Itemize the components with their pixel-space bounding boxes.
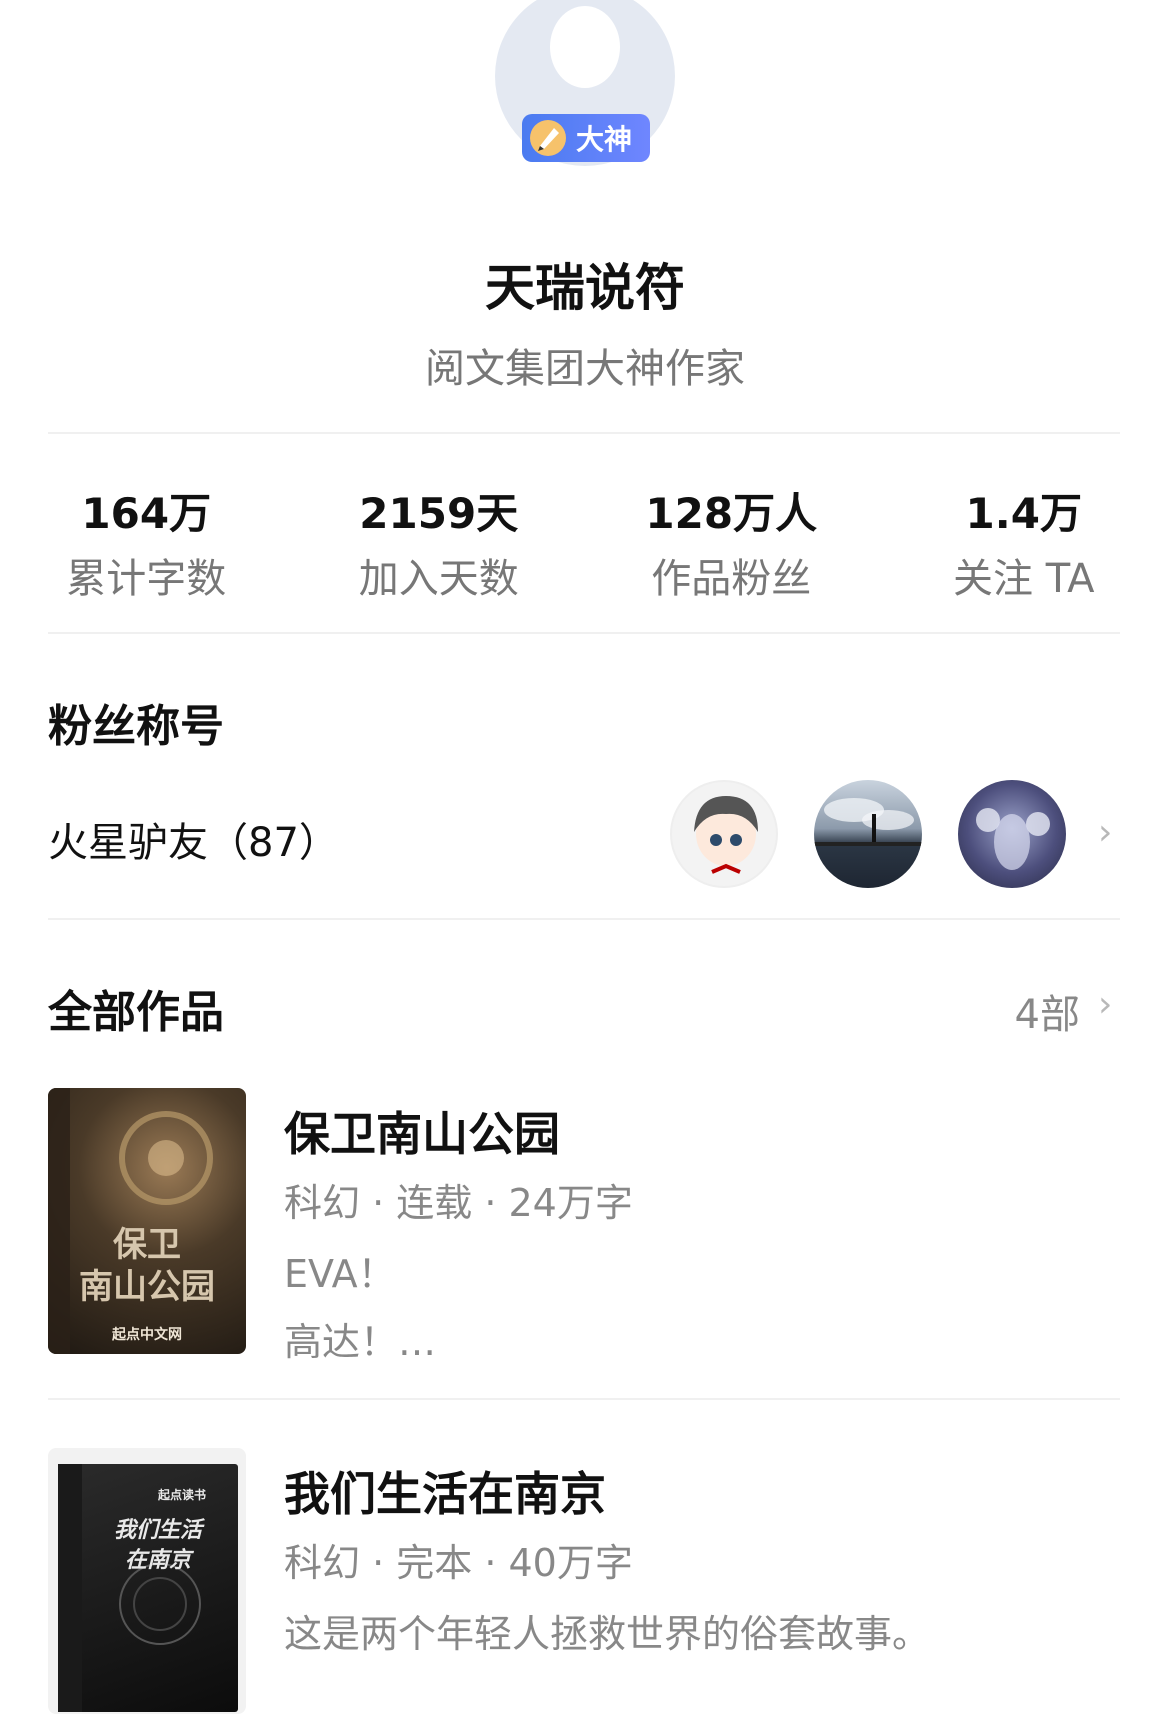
fan-avatars[interactable] (670, 780, 1102, 888)
stat-value: 128万人 (585, 480, 878, 536)
pen-icon (528, 118, 568, 158)
divider (48, 632, 1120, 634)
cover-footer: 起点中文网 (48, 1324, 246, 1344)
status-badge: 大神 (522, 114, 650, 162)
stat-label: 累计字数 (0, 546, 293, 604)
fan-avatar[interactable] (958, 780, 1066, 888)
author-name: 天瑞说符 (0, 248, 1170, 320)
book-description: EVA！ 高达！… (284, 1240, 436, 1376)
stat-words: 164万 累计字数 (0, 480, 293, 604)
book-title[interactable]: 我们生活在南京 (284, 1458, 606, 1524)
fan-section-title: 粉丝称号 (48, 690, 224, 754)
book-cover[interactable]: 我们生活 在南京 起点读书 (48, 1448, 246, 1714)
book-description: 这是两个年轻人拯救世界的俗套故事。 (284, 1600, 930, 1668)
stat-value: 164万 (0, 480, 293, 536)
fan-title[interactable]: 火星驴友（87） (48, 810, 339, 868)
book-meta: 科幻 · 完本 · 40万字 (284, 1532, 633, 1587)
works-count[interactable]: 4部 (1015, 982, 1080, 1040)
book-title[interactable]: 保卫南山公园 (284, 1098, 560, 1164)
cover-title: 保卫 南山公园 (48, 1224, 246, 1308)
fan-avatar[interactable] (670, 780, 778, 888)
stat-value: 1.4万 (878, 480, 1170, 536)
cover-footer: 起点读书 (158, 1486, 206, 1503)
stat-label: 关注 TA (878, 546, 1170, 604)
stat-following[interactable]: 1.4万 关注 TA (878, 480, 1170, 604)
divider (48, 432, 1120, 434)
stat-value: 2159天 (293, 480, 586, 536)
stat-days: 2159天 加入天数 (293, 480, 586, 604)
author-subtitle: 阅文集团大神作家 (0, 336, 1170, 394)
chevron-right-icon[interactable]: › (1098, 812, 1112, 853)
stat-label: 作品粉丝 (585, 546, 878, 604)
book-item[interactable]: 保卫 南山公园 起点中文网 保卫南山公园 科幻 · 连载 · 24万字 EVA！… (48, 1088, 1120, 1358)
book-item[interactable]: 我们生活 在南京 起点读书 我们生活在南京 科幻 · 完本 · 40万字 这是两… (48, 1448, 1120, 1718)
divider (48, 1398, 1120, 1400)
divider (48, 918, 1120, 920)
stats-row: 164万 累计字数 2159天 加入天数 128万人 作品粉丝 1.4万 关注 … (0, 480, 1170, 604)
cover-title: 我们生活 在南京 (88, 1516, 228, 1576)
works-section-title: 全部作品 (48, 976, 224, 1040)
chevron-right-icon[interactable]: › (1098, 984, 1112, 1025)
book-cover[interactable]: 保卫 南山公园 起点中文网 (48, 1088, 246, 1354)
stat-fans[interactable]: 128万人 作品粉丝 (585, 480, 878, 604)
book-meta: 科幻 · 连载 · 24万字 (284, 1172, 633, 1227)
badge-label: 大神 (576, 118, 632, 158)
fan-avatar[interactable] (814, 780, 922, 888)
stat-label: 加入天数 (293, 546, 586, 604)
